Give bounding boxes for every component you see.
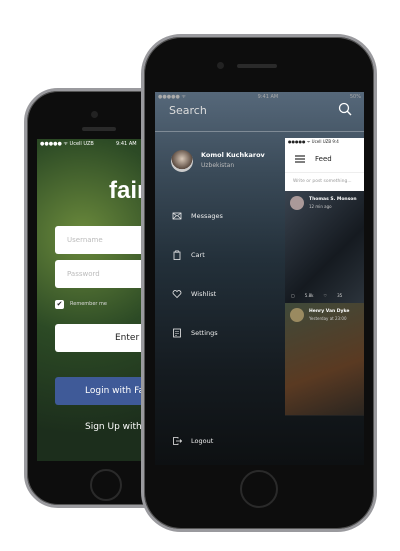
remember-checkbox[interactable]: ✔ xyxy=(55,300,64,309)
menu-item-messages[interactable]: Messages xyxy=(172,211,223,221)
post-time: 12 min ago xyxy=(309,204,332,209)
menu-label: Cart xyxy=(191,251,205,259)
post-time: Yesterday at 23:00 xyxy=(309,316,347,321)
time: 9:41 AM xyxy=(116,141,137,147)
post-stats: ▢ 5.8k ♡ 35 xyxy=(291,293,342,298)
clipboard-icon xyxy=(173,250,181,260)
carrier: ●●●●● ᯤ Ucell UZB xyxy=(40,141,94,147)
menu-item-cart[interactable]: Cart xyxy=(172,250,205,260)
time: 9:41 AM xyxy=(257,94,279,100)
avatar xyxy=(290,308,304,322)
logout-label: Logout xyxy=(191,437,214,445)
logout-icon xyxy=(173,437,182,445)
comment-count: 5.8k xyxy=(304,293,314,298)
feed-status-bar: ●●●●● ᯤ Ucell UZB 9:4 xyxy=(285,138,364,146)
envelope-icon xyxy=(172,212,182,220)
heart-icon[interactable]: ♡ xyxy=(323,293,327,298)
hamburger-icon[interactable] xyxy=(295,155,305,163)
search-input[interactable]: Search xyxy=(169,104,207,117)
menu-item-wishlist[interactable]: Wishlist xyxy=(172,289,216,299)
post-author: Henry Van Dyke xyxy=(309,309,350,314)
feed-card[interactable]: Henry Van Dyke Yesterday at 23:00 xyxy=(285,303,364,415)
menu-label: Settings xyxy=(191,329,218,337)
carrier: ●●●●● ᯤ xyxy=(158,94,186,100)
search-icon[interactable] xyxy=(338,102,352,116)
menu-phone: ●●●●● ᯤ 9:41 AM 50% Search Komol Kuchkar… xyxy=(141,34,377,532)
avatar[interactable] xyxy=(171,150,193,172)
battery: 50% xyxy=(349,94,361,100)
comment-icon[interactable]: ▢ xyxy=(291,293,295,298)
feed-card[interactable]: Thomas S. Monson 12 min ago ▢ 5.8k ♡ 35 xyxy=(285,191,364,303)
speaker xyxy=(82,127,116,131)
feed-title: Feed xyxy=(315,155,332,163)
speaker xyxy=(237,64,277,68)
feed-panel[interactable]: ●●●●● ᯤ Ucell UZB 9:4 Feed Write or post… xyxy=(285,138,364,416)
status-bar: ●●●●● ᯤ 9:41 AM 50% xyxy=(158,94,361,100)
camera xyxy=(217,62,224,69)
profile-country: Uzbekistan xyxy=(201,162,235,169)
home-button[interactable] xyxy=(240,470,278,508)
document-icon xyxy=(173,328,181,338)
like-count: 35 xyxy=(337,293,343,298)
remember-label: Remember me xyxy=(70,301,107,307)
feed-header: Feed xyxy=(285,146,364,173)
divider xyxy=(155,131,364,132)
post-input[interactable]: Write or post something... xyxy=(285,173,364,191)
logout-button[interactable]: Logout xyxy=(172,436,213,446)
menu-label: Messages xyxy=(191,212,223,220)
menu-item-settings[interactable]: Settings xyxy=(172,328,218,338)
profile-name: Komol Kuchkarov xyxy=(201,151,265,159)
camera xyxy=(91,111,98,118)
menu-label: Wishlist xyxy=(191,290,217,298)
menu-screen: ●●●●● ᯤ 9:41 AM 50% Search Komol Kuchkar… xyxy=(155,92,364,465)
home-button[interactable] xyxy=(90,469,122,501)
avatar xyxy=(290,196,304,210)
heart-icon xyxy=(172,290,182,299)
post-author: Thomas S. Monson xyxy=(309,197,357,202)
